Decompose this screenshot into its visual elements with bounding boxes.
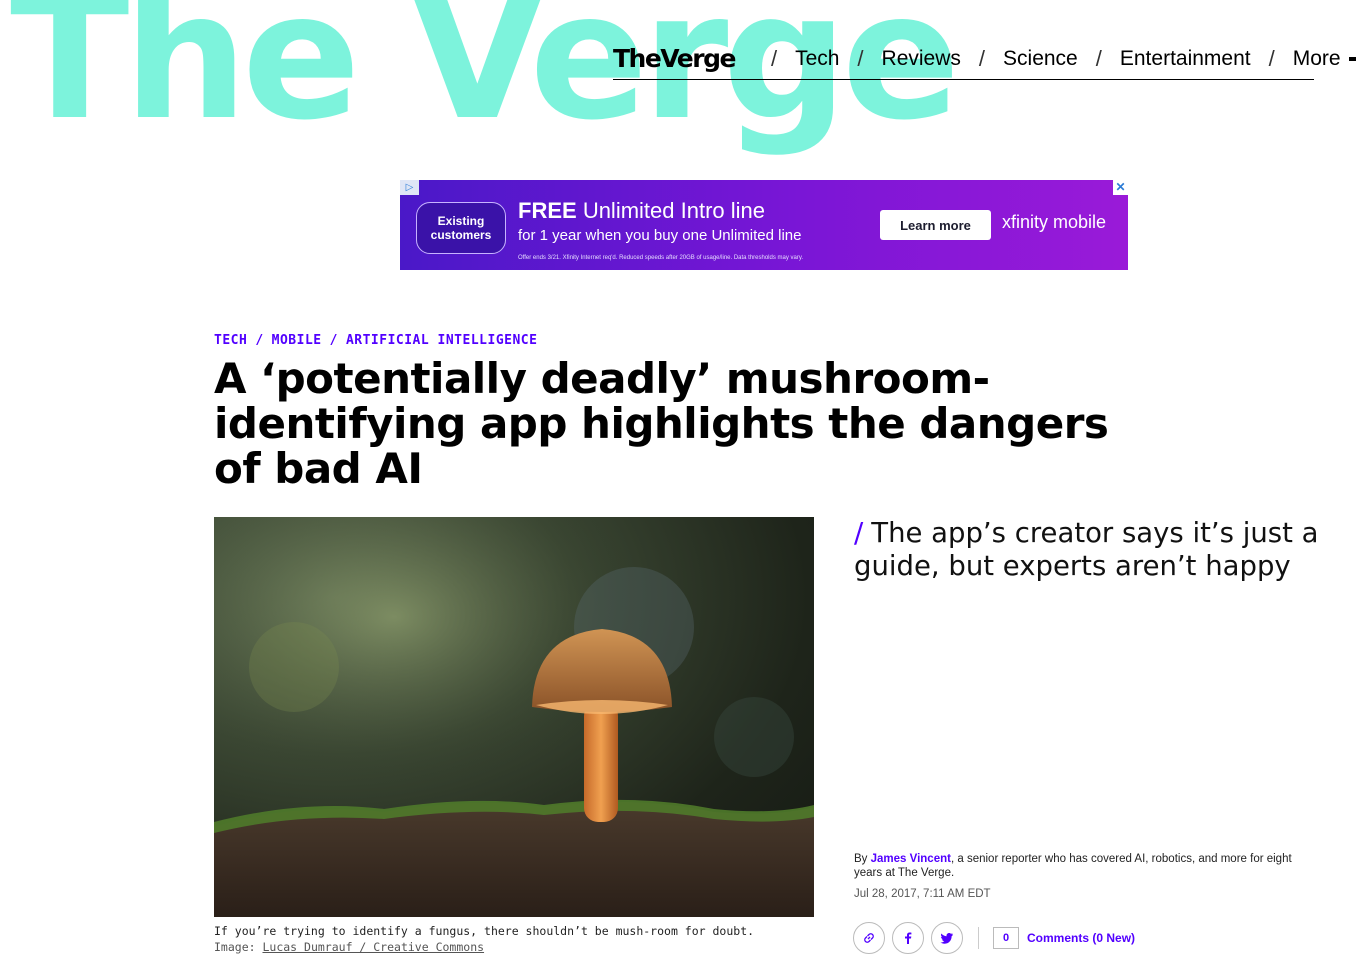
- more-label: More: [1292, 46, 1341, 70]
- twitter-share-button[interactable]: [931, 922, 963, 954]
- nav-separator: /: [857, 45, 864, 71]
- breadcrumb-ai[interactable]: ARTIFICIAL INTELLIGENCE: [346, 333, 538, 348]
- nav-link-science[interactable]: Science: [1003, 47, 1078, 71]
- copy-link-button[interactable]: [853, 922, 885, 954]
- nav-item-reviews[interactable]: / Reviews: [839, 46, 960, 72]
- ad-subline: for 1 year when you buy one Unlimited li…: [518, 227, 802, 244]
- breadcrumb-mobile[interactable]: MOBILE: [272, 333, 322, 348]
- byline-prefix: By: [854, 853, 868, 865]
- credit-link[interactable]: Lucas Dumrauf / Creative Commons: [262, 940, 484, 954]
- image-credit: Image: Lucas Dumrauf / Creative Commons: [214, 940, 484, 954]
- author-link[interactable]: James Vincent: [871, 853, 951, 865]
- nav-separator: /: [978, 45, 986, 71]
- ad-fineprint: Offer ends 3/21. Xfinity Internet req'd.…: [518, 255, 804, 261]
- ad-pill: Existing customers: [416, 202, 506, 254]
- nav-item-science[interactable]: / Science: [961, 46, 1078, 72]
- nav-separator: /: [1268, 45, 1275, 71]
- comments-link[interactable]: Comments (0 New): [1027, 931, 1135, 945]
- publish-date: Jul 28, 2017, 7:11 AM EDT: [854, 888, 991, 900]
- facebook-share-button[interactable]: [892, 922, 924, 954]
- twitter-icon: [940, 933, 953, 944]
- ad-learn-more-button[interactable]: Learn more: [880, 210, 991, 240]
- hero-image: [214, 517, 814, 917]
- nav-link-reviews[interactable]: Reviews: [882, 47, 961, 71]
- ad-headline-bold: FREE: [518, 198, 577, 223]
- article-headline: A ‘potentially deadly’ mushroom-identify…: [214, 354, 1109, 493]
- image-caption: If you’re trying to identify a fungus, t…: [214, 924, 755, 938]
- close-icon[interactable]: ✕: [1113, 180, 1128, 195]
- plus-icon: [1348, 48, 1356, 70]
- ad-headline: FREE Unlimited Intro line: [518, 198, 765, 224]
- share-bar: 0 Comments (0 New): [853, 922, 1135, 954]
- comment-count-badge[interactable]: 0: [993, 927, 1019, 949]
- byline: By James Vincent, a senior reporter who …: [854, 852, 1304, 880]
- nav-separator: /: [1095, 45, 1102, 71]
- nav-item-entertainment[interactable]: / Entertainment: [1078, 46, 1251, 72]
- nav-link-entertainment[interactable]: Entertainment: [1120, 47, 1251, 71]
- ad-headline-rest: Unlimited Intro line: [582, 198, 765, 223]
- more-menu-button[interactable]: More: [1293, 47, 1356, 71]
- nav-separator: /: [770, 45, 778, 71]
- breadcrumb: TECH / MOBILE / ARTIFICIAL INTELLIGENCE: [214, 333, 537, 348]
- verge-logo[interactable]: TheVerge: [613, 44, 736, 73]
- breadcrumb-separator: /: [255, 333, 264, 348]
- top-navigation: TheVerge / Tech / Reviews / Science / En…: [613, 38, 1356, 80]
- facebook-icon: [905, 932, 912, 944]
- nav-item-tech[interactable]: / Tech: [753, 46, 839, 72]
- breadcrumb-separator: /: [329, 333, 338, 348]
- ad-brand-logo: xfinity mobile: [1002, 212, 1107, 232]
- share-divider: [978, 927, 979, 949]
- link-icon: [864, 933, 874, 943]
- ad-choices-icon[interactable]: ▷: [400, 180, 419, 195]
- dek-text: The app’s creator says it’s just a guide…: [854, 517, 1319, 582]
- breadcrumb-tech[interactable]: TECH: [214, 333, 247, 348]
- credit-prefix: Image:: [214, 940, 256, 954]
- nav-link-tech[interactable]: Tech: [795, 47, 839, 71]
- advertisement-banner[interactable]: ▷ ✕ Existing customers FREE Unlimited In…: [400, 180, 1128, 270]
- mushroom-photo: [214, 517, 814, 917]
- article-dek: / The app’s creator says it’s just a guid…: [854, 517, 1324, 583]
- dek-slash: /: [854, 517, 864, 549]
